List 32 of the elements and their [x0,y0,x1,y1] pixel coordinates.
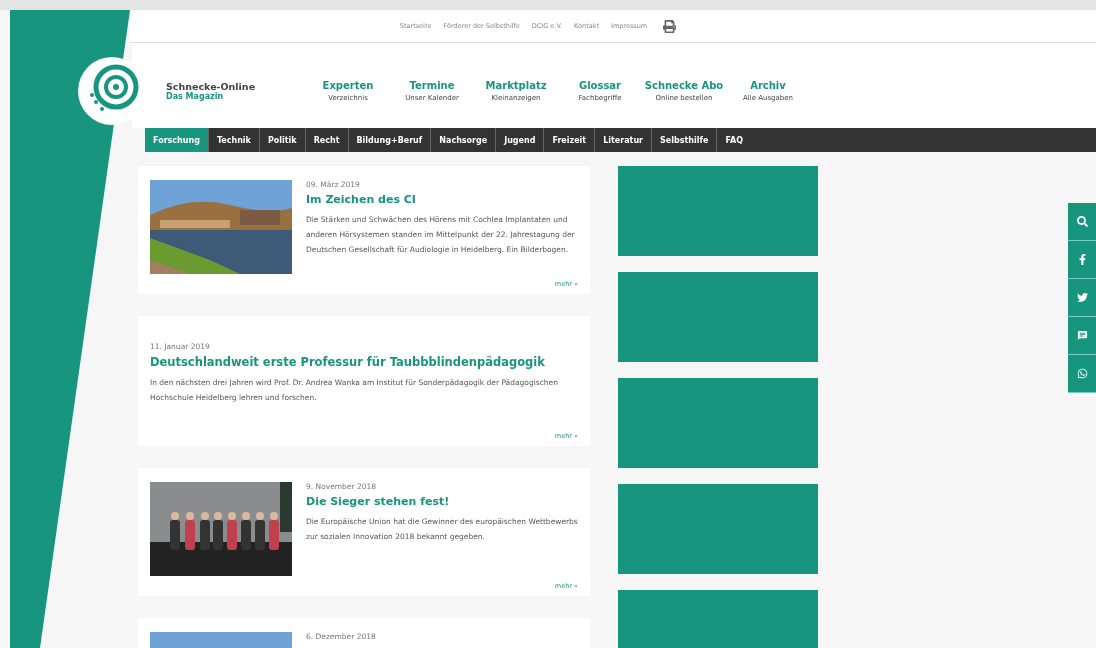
print-icon[interactable] [663,19,677,33]
nav-link[interactable]: Schnecke Abo [644,79,724,91]
chat-icon [1076,330,1088,341]
category-tab[interactable]: Freizeit [544,128,596,152]
category-tab[interactable]: Jugend [496,128,545,152]
category-tab[interactable]: Forschung [145,128,209,152]
category-tab[interactable]: Literatur [595,128,653,152]
nav-link[interactable]: Termine [409,79,455,91]
category-tab[interactable]: Bildung+Beruf [348,128,432,152]
nav-link[interactable]: Archiv [750,79,786,91]
article-title[interactable]: Deutschlandweit erste Professur für Taubbblindenpädagogik [150,355,578,369]
nav-link[interactable]: Experten [322,79,374,91]
phone-bubble-icon [1076,368,1088,379]
bird-icon [1076,292,1088,303]
category-tab[interactable]: Technik [208,128,260,152]
article-title[interactable]: Im Zeichen des CI [306,193,578,206]
category-tab[interactable]: Politik [259,128,306,152]
nav-link[interactable]: Glossar [578,79,622,91]
category-tab[interactable]: Selbsthilfe [652,128,718,152]
category-tab[interactable]: Recht [305,128,349,152]
category-tab[interactable]: FAQ [717,128,751,152]
search-icon [1076,216,1088,227]
social-button[interactable] [1068,355,1096,393]
social-button[interactable] [1068,317,1096,355]
social-button[interactable] [1068,203,1096,241]
brand-tagline: Das Magazin [166,91,225,101]
article-title[interactable]: Die Sieger stehen fest! [306,495,578,508]
social-button[interactable] [1068,279,1096,317]
category-tab[interactable]: Nachsorge [431,128,497,152]
social-button[interactable] [1068,241,1096,279]
brand-name: Schnecke-Online [166,80,257,92]
nav-link[interactable]: Marktplatz [485,79,547,91]
